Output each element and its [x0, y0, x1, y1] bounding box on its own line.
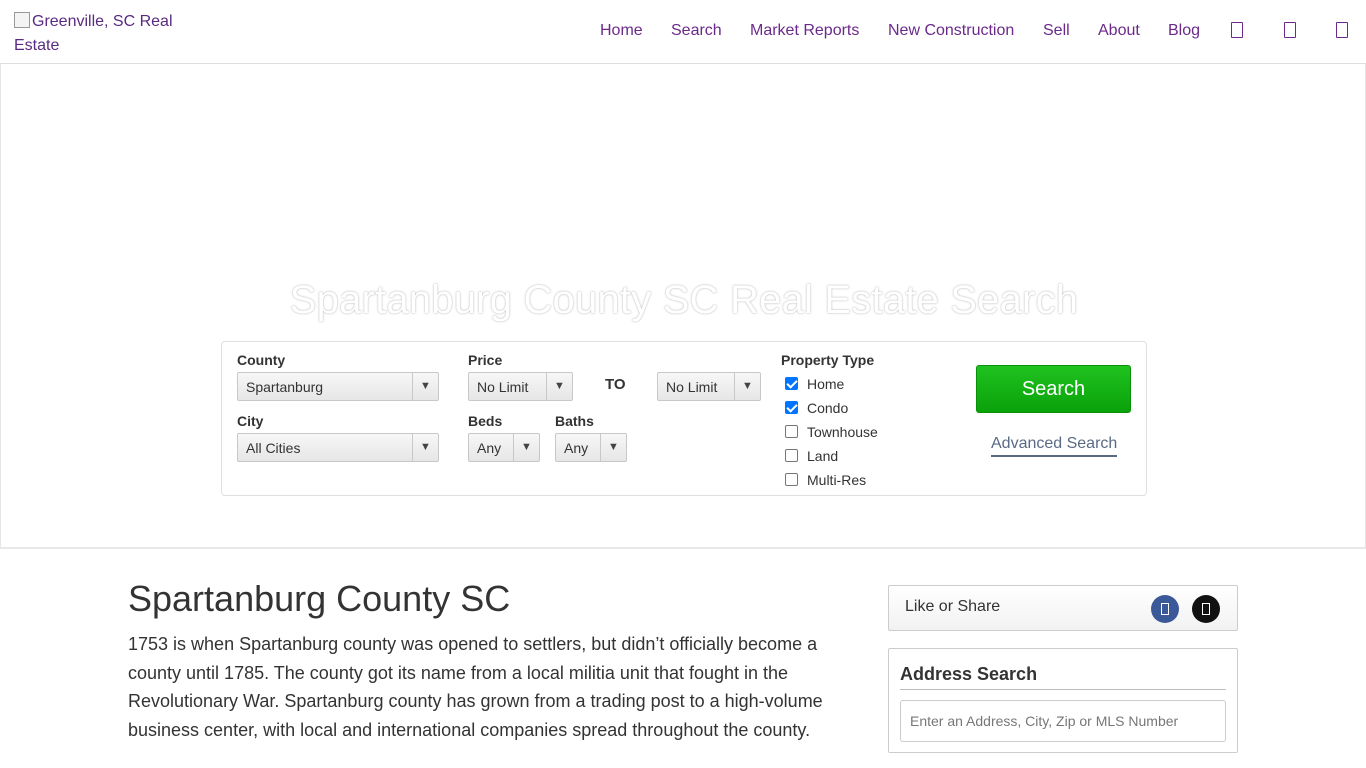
checkbox-checked-icon[interactable]: [785, 377, 798, 390]
county-label: County: [237, 352, 286, 368]
address-search-input[interactable]: [900, 700, 1226, 742]
price-to-label: TO: [605, 376, 626, 393]
intro-paragraph: 1753 is when Spartanburg county was open…: [128, 634, 823, 741]
checkbox-checked-icon[interactable]: [785, 401, 798, 414]
price-label: Price: [468, 352, 503, 368]
price-min-select[interactable]: No Limit ▼: [468, 372, 573, 401]
city-select-value: All Cities: [246, 440, 301, 456]
checkbox-label: Multi-Res: [807, 472, 867, 488]
price-max-select[interactable]: No Limit ▼: [657, 372, 761, 401]
checkbox-unchecked-icon[interactable]: [785, 449, 798, 462]
baths-select[interactable]: Any ▼: [555, 433, 627, 462]
checkbox-label: Townhouse: [807, 424, 878, 440]
page-title: Spartanburg County SC: [128, 578, 511, 619]
dropdown-arrow-icon: ▼: [546, 373, 572, 400]
nav-sell[interactable]: Sell: [1043, 20, 1070, 42]
property-type-label: Property Type: [781, 352, 875, 368]
dropdown-arrow-icon: ▼: [412, 373, 438, 400]
logo-alt-text: Greenville, SC Real Estate: [14, 13, 173, 54]
dropdown-arrow-icon: ▼: [600, 434, 626, 461]
city-label: City: [237, 413, 264, 429]
nav-blog[interactable]: Blog: [1168, 20, 1200, 42]
price-min-value: No Limit: [477, 379, 529, 395]
address-search-widget: Address Search: [888, 648, 1238, 753]
nav-icon-2[interactable]: [1284, 22, 1296, 38]
checkbox-label: Condo: [807, 400, 849, 416]
county-select-value: Spartanburg: [246, 379, 324, 395]
nav-about[interactable]: About: [1098, 20, 1140, 42]
site-logo[interactable]: Greenville, SC Real Estate: [14, 10, 204, 58]
dropdown-arrow-icon: ▼: [734, 373, 760, 400]
dropdown-arrow-icon: ▼: [412, 434, 438, 461]
checkbox-unchecked-icon[interactable]: [785, 425, 798, 438]
quick-search-form: County Spartanburg ▼ City All Cities ▼ P…: [221, 341, 1147, 496]
city-select[interactable]: All Cities ▼: [237, 433, 439, 462]
hero-banner: Spartanburg County SC Real Estate Search…: [0, 64, 1366, 549]
facebook-icon[interactable]: [1151, 595, 1179, 623]
baths-select-value: Any: [564, 440, 589, 456]
address-search-title: Address Search: [900, 664, 1226, 690]
price-max-value: No Limit: [666, 379, 718, 395]
broken-image-icon: [14, 12, 30, 28]
beds-select-value: Any: [477, 440, 502, 456]
checkbox-label: Land: [807, 448, 839, 464]
hero-title: Spartanburg County SC Real Estate Search: [289, 278, 1079, 322]
checkbox-unchecked-icon[interactable]: [785, 473, 798, 486]
advanced-search-link[interactable]: Advanced Search: [991, 435, 1118, 457]
beds-select[interactable]: Any ▼: [468, 433, 540, 462]
site-header: Greenville, SC Real Estate Home Search M…: [0, 0, 1366, 64]
nav-icon-1[interactable]: [1231, 22, 1243, 38]
county-select[interactable]: Spartanburg ▼: [237, 372, 439, 401]
nav-search[interactable]: Search: [671, 20, 722, 42]
nav-new-construction[interactable]: New Construction: [888, 20, 1014, 42]
twitter-icon[interactable]: [1192, 595, 1220, 623]
baths-label: Baths: [555, 413, 594, 429]
checkbox-label: Home: [807, 376, 845, 392]
share-widget: Like or Share: [888, 585, 1238, 631]
nav-home[interactable]: Home: [600, 20, 643, 42]
beds-label: Beds: [468, 413, 503, 429]
search-button[interactable]: Search: [976, 365, 1131, 413]
nav-market-reports[interactable]: Market Reports: [750, 20, 859, 42]
nav-icon-3[interactable]: [1336, 22, 1348, 38]
share-label: Like or Share: [905, 598, 1001, 615]
dropdown-arrow-icon: ▼: [513, 434, 539, 461]
